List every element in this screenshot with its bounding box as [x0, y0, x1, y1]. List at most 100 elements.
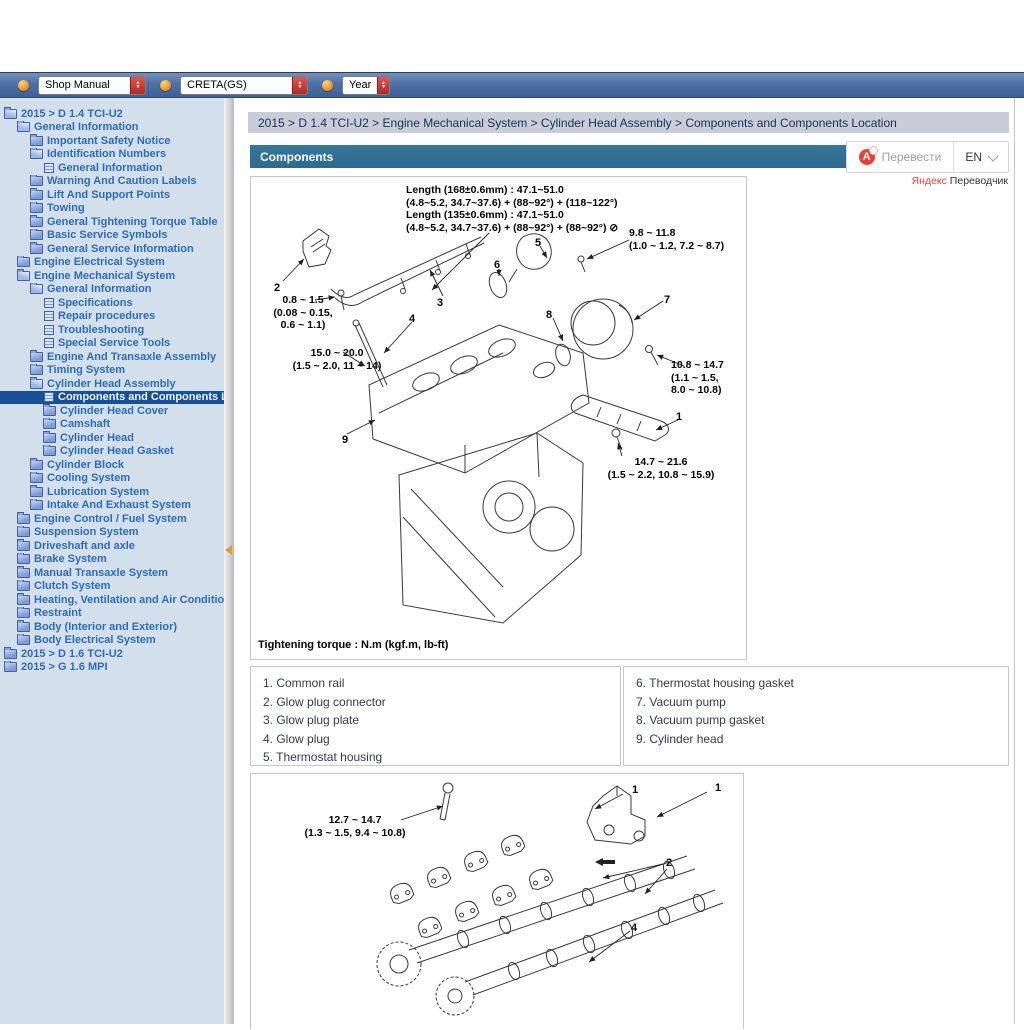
- tree-item[interactable]: Clutch System: [0, 580, 224, 594]
- tree-item[interactable]: Engine Mechanical System: [0, 269, 224, 283]
- tree-node-icon: [4, 662, 17, 672]
- tree-item-label: Important Safety Notice: [47, 135, 170, 147]
- top-toolbar: Shop Manual ▲▼ CRETA(GS) ▲▼ Year ▲▼: [0, 72, 1024, 98]
- tree-item[interactable]: Cylinder Head Gasket: [0, 445, 224, 459]
- select-vehicle-value: CRETA(GS): [181, 79, 292, 91]
- tree-item[interactable]: Cooling System: [0, 472, 224, 486]
- tree-node-icon: [43, 419, 56, 429]
- tree-item[interactable]: Cylinder Head: [0, 431, 224, 445]
- tree-item[interactable]: Troubleshooting: [0, 323, 224, 337]
- tree-item-label: Towing: [47, 202, 85, 214]
- tree-item[interactable]: Cylinder Block: [0, 458, 224, 472]
- tree-item[interactable]: Special Service Tools: [0, 337, 224, 351]
- tree-item-label: Repair procedures: [58, 310, 155, 322]
- callout-number: 3: [437, 297, 443, 309]
- torque-annotation: 15.0 ~ 20.0 (1.5 ~ 2.0, 11 ~ 14): [273, 347, 401, 372]
- translate-button[interactable]: A Перевести: [847, 142, 954, 172]
- tree-item-label: Engine Control / Fuel System: [34, 513, 187, 525]
- tree-item[interactable]: Body Electrical System: [0, 634, 224, 648]
- tree-item[interactable]: Engine Electrical System: [0, 256, 224, 270]
- tree-item[interactable]: General Tightening Torque Table: [0, 215, 224, 229]
- stepper-icon[interactable]: ▲▼: [292, 77, 307, 94]
- sidebar-splitter[interactable]: [224, 98, 234, 1024]
- tree-item[interactable]: Camshaft: [0, 418, 224, 432]
- tree-item[interactable]: General Information: [0, 283, 224, 297]
- tree-item[interactable]: Warning And Caution Labels: [0, 175, 224, 189]
- tree-item[interactable]: Suspension System: [0, 526, 224, 540]
- tree-item[interactable]: Manual Transaxle System: [0, 566, 224, 580]
- tree-node-icon: [44, 298, 54, 308]
- callout-number: 4: [409, 313, 415, 325]
- yandex-brand-label: Яндекс Переводчик: [912, 175, 1008, 187]
- torque-annotation: 10.8 ~ 14.7 (1.1 ~ 1.5, 8.0 ~ 10.8): [671, 359, 724, 397]
- tree-item[interactable]: Engine Control / Fuel System: [0, 512, 224, 526]
- tree-item-label: Components and Components Lo: [58, 391, 224, 403]
- tree-item[interactable]: Brake System: [0, 553, 224, 567]
- tree-item[interactable]: Basic Service Symbols: [0, 229, 224, 243]
- tree-node-icon: [44, 163, 54, 173]
- tree-node-icon: [30, 190, 43, 200]
- tree-node-icon: [4, 109, 17, 119]
- tree-item-label: Identification Numbers: [47, 148, 166, 160]
- tree-item-label: Timing System: [47, 364, 125, 376]
- callout-number: 1: [676, 411, 682, 423]
- orange-dot-icon: [322, 80, 333, 91]
- language-dropdown[interactable]: EN: [953, 142, 1008, 172]
- tree-item[interactable]: Repair procedures: [0, 310, 224, 324]
- tree-item-label: General Information: [47, 283, 152, 295]
- select-year[interactable]: Year ▲▼: [342, 76, 390, 95]
- tree-item[interactable]: Engine And Transaxle Assembly: [0, 350, 224, 364]
- tree-item[interactable]: Towing: [0, 202, 224, 216]
- collapse-sidebar-icon[interactable]: [225, 545, 232, 555]
- tree-node-icon: [17, 271, 30, 281]
- tree-item-label: Specifications: [58, 297, 133, 309]
- content-area: 2015 > D 1.4 TCI-U2 > Engine Mechanical …: [234, 98, 1015, 1024]
- tree-item[interactable]: Lift And Support Points: [0, 188, 224, 202]
- tree-item-label: Cylinder Head Gasket: [60, 445, 174, 457]
- tree-item[interactable]: Driveshaft and axle: [0, 539, 224, 553]
- stepper-icon[interactable]: ▲▼: [377, 77, 389, 94]
- parts-list-right: 6. Thermostat housing gasket7. Vacuum pu…: [623, 666, 1009, 766]
- tree-item[interactable]: General Information: [0, 121, 224, 135]
- tree-node-icon: [30, 487, 43, 497]
- stepper-icon[interactable]: ▲▼: [130, 77, 145, 94]
- tree-item-label: Basic Service Symbols: [47, 229, 167, 241]
- tree-item[interactable]: Body (Interior and Exterior): [0, 620, 224, 634]
- tree-item[interactable]: 2015 > G 1.6 MPI: [0, 661, 224, 675]
- tree-item-label: Brake System: [34, 553, 107, 565]
- tree-item[interactable]: Lubrication System: [0, 485, 224, 499]
- tree-item-label: Cylinder Head Assembly: [47, 378, 176, 390]
- tree-item[interactable]: 2015 > D 1.6 TCI-U2: [0, 647, 224, 661]
- tree-item[interactable]: Cylinder Head Cover: [0, 404, 224, 418]
- select-shop-manual[interactable]: Shop Manual ▲▼: [38, 76, 146, 95]
- tree-item-label: Warning And Caution Labels: [47, 175, 197, 187]
- tree-item[interactable]: Intake And Exhaust System: [0, 499, 224, 513]
- callout-number: 1: [632, 784, 638, 796]
- orange-dot-icon: [18, 80, 29, 91]
- tree-item[interactable]: Identification Numbers: [0, 148, 224, 162]
- callout-number: 9: [342, 434, 348, 446]
- part-item: 8. Vacuum pump gasket: [636, 711, 1008, 730]
- tree-item[interactable]: Cylinder Head Assembly: [0, 377, 224, 391]
- tree-item[interactable]: Heating, Ventilation and Air Conditionin…: [0, 593, 224, 607]
- tree-item[interactable]: 2015 > D 1.4 TCI-U2: [0, 107, 224, 121]
- tree-item[interactable]: Components and Components Lo: [0, 391, 224, 405]
- length-spec-annotation: Length (168±0.6mm) : 47.1~51.0 (4.8~5.2,…: [406, 184, 618, 234]
- callout-number: 7: [664, 294, 670, 306]
- tree-item-label: Heating, Ventilation and Air Conditionin…: [34, 594, 224, 606]
- callout-number: 2: [274, 282, 280, 294]
- tree-item-label: Camshaft: [60, 418, 110, 430]
- part-item: 4. Glow plug: [263, 730, 620, 749]
- tree-item[interactable]: Specifications: [0, 296, 224, 310]
- select-vehicle[interactable]: CRETA(GS) ▲▼: [180, 76, 308, 95]
- tree-item[interactable]: General Information: [0, 161, 224, 175]
- camshaft-diagram: 12.7 ~ 14.7 (1.3 ~ 1.5, 9.4 ~ 10.8) 1124: [250, 773, 744, 1029]
- tree-item-label: Engine And Transaxle Assembly: [47, 351, 216, 363]
- tree-item[interactable]: General Service Information: [0, 242, 224, 256]
- tree-item[interactable]: Timing System: [0, 364, 224, 378]
- tree-item[interactable]: Restraint: [0, 607, 224, 621]
- tree-item[interactable]: Important Safety Notice: [0, 134, 224, 148]
- tree-item-label: Special Service Tools: [58, 337, 170, 349]
- tree-item-label: Cylinder Head Cover: [60, 405, 168, 417]
- tree-item-label: 2015 > D 1.6 TCI-U2: [21, 648, 123, 660]
